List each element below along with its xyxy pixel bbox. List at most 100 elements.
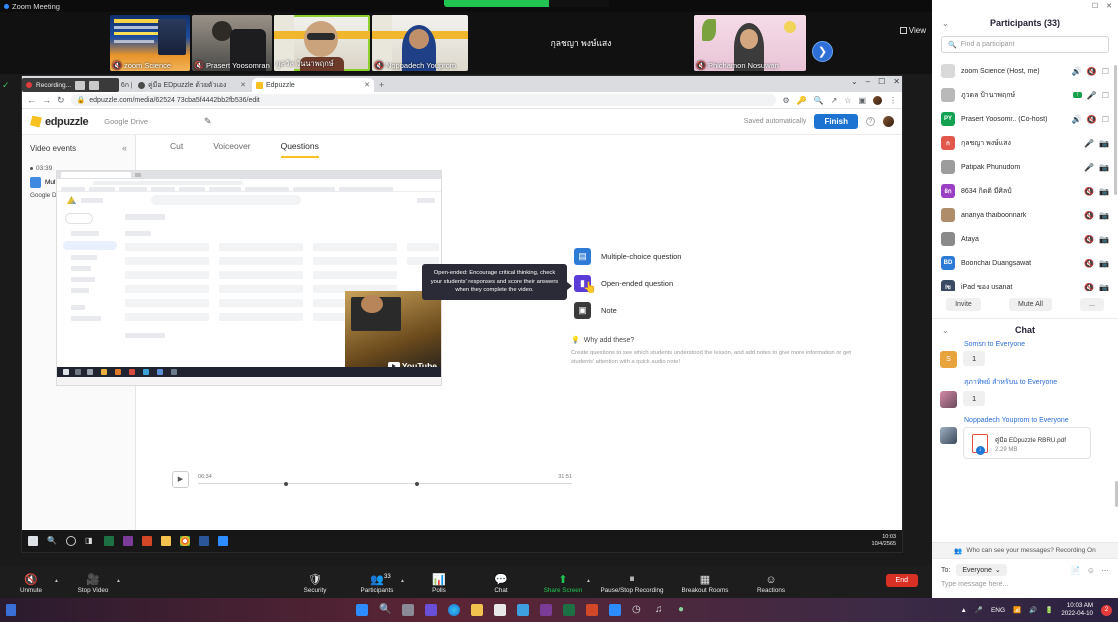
participant-search-input[interactable]: 🔍 Find a participant: [941, 36, 1109, 53]
mute-all-button[interactable]: Mute All: [1008, 298, 1052, 311]
participants-button[interactable]: 👥 33 Participants ▲: [346, 573, 408, 594]
mail-icon[interactable]: [517, 604, 529, 616]
participant-row[interactable]: Iข iPad ของ usanat 🔇 📷: [932, 275, 1118, 291]
close-icon[interactable]: ✕: [893, 77, 900, 86]
onenote-icon[interactable]: [123, 536, 133, 546]
chrome-icon[interactable]: [180, 536, 190, 546]
share-icon[interactable]: ↗: [831, 96, 838, 105]
user-avatar[interactable]: [883, 116, 894, 127]
end-meeting-button[interactable]: End: [885, 574, 918, 587]
timeline-marker[interactable]: [284, 481, 289, 486]
participant-row[interactable]: ภูวดล ป้านาพฤกษ์ ↑ 🎤 ☐: [932, 83, 1118, 107]
onenote-icon[interactable]: [540, 604, 552, 616]
tab-questions[interactable]: Questions: [280, 141, 319, 158]
participant-row[interactable]: 8ก 8634 กิตติ มีศิลป์ 🔇 📷: [932, 179, 1118, 203]
chat-button[interactable]: 💬 Chat: [470, 573, 532, 594]
minimize-icon[interactable]: –: [866, 77, 870, 86]
file-explorer-icon[interactable]: [161, 536, 171, 546]
mic-icon[interactable]: 🎤: [975, 606, 983, 614]
video-tile[interactable]: 🔇 zoom Science: [110, 15, 190, 71]
chat-recipient-dropdown[interactable]: Everyone ⌄: [956, 564, 1007, 576]
video-tile[interactable]: 🔇 Noppadech Youprom: [372, 15, 468, 71]
kebab-menu-icon[interactable]: ⋮: [889, 96, 897, 105]
browser-tab-active[interactable]: Edpuzzle ✕: [252, 78, 374, 92]
question-type-open-ended[interactable]: ▮ Open-ended question: [574, 275, 874, 292]
tab-cut[interactable]: Cut: [170, 141, 183, 158]
more-options-button[interactable]: ...: [1080, 298, 1104, 311]
extension-icon[interactable]: ⚙: [782, 96, 789, 105]
language-indicator[interactable]: ENG: [991, 607, 1005, 614]
pause-icon[interactable]: [75, 80, 86, 90]
chevron-up-icon[interactable]: ▲: [586, 578, 591, 584]
file-icon[interactable]: 📄: [1071, 566, 1081, 575]
chat-message-input[interactable]: Type message here...: [932, 581, 1118, 598]
kebab-menu-icon[interactable]: ⋯: [1101, 566, 1109, 575]
search-icon[interactable]: 🔍: [814, 96, 824, 105]
close-tab-icon[interactable]: ✕: [364, 81, 370, 89]
stop-video-button[interactable]: 🎥 Stop Video ▲: [62, 573, 124, 594]
chevron-up-icon[interactable]: ▲: [960, 607, 966, 614]
excel-icon[interactable]: [104, 536, 114, 546]
app-icon[interactable]: ●: [678, 604, 690, 616]
close-tab-icon[interactable]: ✕: [240, 81, 246, 89]
play-icon[interactable]: ▶: [172, 470, 189, 488]
search-icon[interactable]: 🔍: [47, 536, 57, 546]
edge-icon[interactable]: [448, 604, 460, 616]
view-button[interactable]: View: [899, 26, 926, 35]
chevron-up-icon[interactable]: ▲: [116, 578, 121, 584]
finish-button[interactable]: Finish: [814, 114, 858, 129]
close-icon[interactable]: ✕: [1106, 2, 1112, 10]
edpuzzle-logo[interactable]: edpuzzle: [30, 115, 89, 128]
participant-row[interactable]: zoom Science (Host, me) 🔊 🔇 ☐: [932, 59, 1118, 83]
pencil-icon[interactable]: ✎: [204, 116, 212, 127]
participant-row[interactable]: ก กุลชญา พงษ์แสง 🎤 📷: [932, 131, 1118, 155]
question-type-multiple-choice[interactable]: ▤ Multiple-choice question: [574, 248, 874, 265]
store-icon[interactable]: [425, 604, 437, 616]
files-icon[interactable]: [402, 604, 414, 616]
invite-button[interactable]: Invite: [946, 298, 981, 311]
chevron-down-icon[interactable]: ⌄: [942, 19, 949, 28]
start-icon[interactable]: [28, 536, 38, 546]
wifi-icon[interactable]: 📶: [1013, 606, 1021, 614]
address-bar[interactable]: 🔒 edpuzzle.com/media/62524 73cba5f4442bb…: [70, 94, 777, 106]
zoom-icon[interactable]: [609, 604, 621, 616]
stop-icon[interactable]: [89, 80, 100, 90]
battery-icon[interactable]: 🔋: [1045, 606, 1053, 614]
search-icon[interactable]: 🔍: [379, 604, 391, 616]
timeline-track[interactable]: 06:34 31:51: [198, 474, 572, 486]
word-icon[interactable]: [199, 536, 209, 546]
taskbar-clock[interactable]: 10:03 AM 2022-04-10: [1061, 602, 1093, 618]
key-icon[interactable]: 🔑: [797, 96, 807, 105]
security-button[interactable]: 🛡 Security: [284, 573, 346, 594]
participant-row[interactable]: PY Prasert Yoosomr.. (Co-host) 🔊 🔇 ☐: [932, 107, 1118, 131]
emoji-icon[interactable]: ☺: [1087, 566, 1095, 575]
chevron-down-icon[interactable]: ⌄: [942, 326, 949, 335]
breakout-rooms-button[interactable]: ▦ Breakout Rooms: [670, 573, 740, 594]
browser-tab[interactable]: คู่มือ EDpuzzle ด้วยตัวเอง ✕: [134, 78, 250, 92]
participant-row[interactable]: Ataya 🔇 📷: [932, 227, 1118, 251]
tab-voiceover[interactable]: Voiceover: [213, 141, 250, 158]
excel-icon[interactable]: [563, 604, 575, 616]
chevron-up-icon[interactable]: ▲: [400, 578, 405, 584]
powerpoint-icon[interactable]: [142, 536, 152, 546]
participant-row[interactable]: Patipak Phunudom 🎤 📷: [932, 155, 1118, 179]
sidepanel-icon[interactable]: ▣: [858, 96, 866, 105]
file-explorer-icon[interactable]: [471, 604, 483, 616]
video-tile-name-only[interactable]: กุลชญา พงษ์แสง: [470, 15, 692, 71]
taskview-icon[interactable]: ◨: [85, 536, 95, 546]
question-circle-icon[interactable]: ?: [866, 117, 875, 126]
participant-row[interactable]: BD Boonchai Duangsawat 🔇 📷: [932, 251, 1118, 275]
inner-taskbar-clock[interactable]: 10:03 10/4/2565: [872, 534, 896, 549]
cortana-icon[interactable]: [66, 536, 76, 546]
chat-file-attachment[interactable]: ↓ คู่มือ EDpuzzle RBRU.pdf 2.29 MB: [963, 427, 1091, 459]
powerpoint-icon[interactable]: [586, 604, 598, 616]
video-tile[interactable]: 🔇 Phichamon Nosuwan: [694, 15, 806, 71]
share-screen-button[interactable]: ⬆ Share Screen ▲: [532, 573, 594, 594]
polls-button[interactable]: 📊 Polls: [408, 573, 470, 594]
sound-icon[interactable]: ♫: [655, 604, 667, 616]
reload-icon[interactable]: ↻: [57, 95, 65, 106]
star-icon[interactable]: ☆: [844, 96, 851, 105]
timeline-marker[interactable]: [414, 481, 419, 486]
speaker-icon[interactable]: 🔊: [1029, 606, 1037, 614]
participants-list[interactable]: zoom Science (Host, me) 🔊 🔇 ☐ ภูวดล ป้าน…: [932, 59, 1118, 291]
